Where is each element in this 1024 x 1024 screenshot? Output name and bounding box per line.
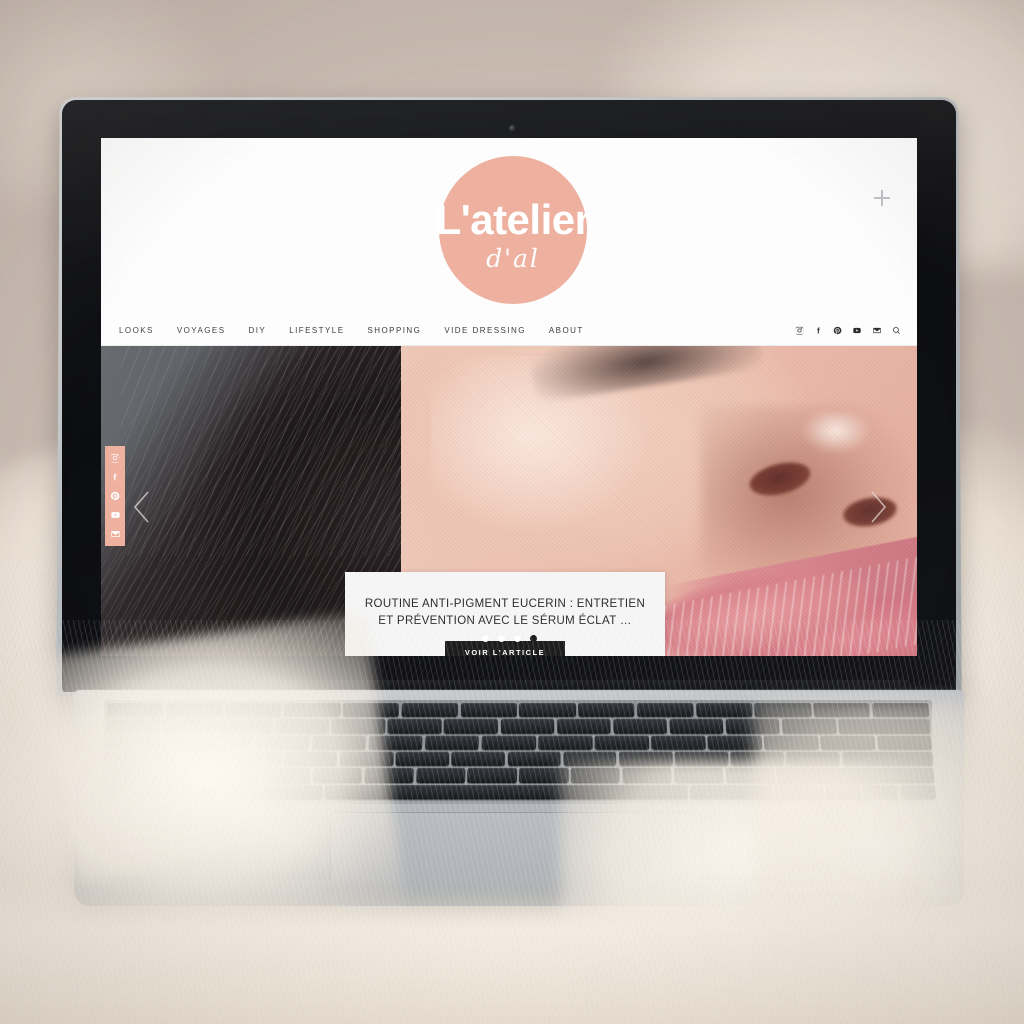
hero-carousel: ROUTINE ANTI-PIGMENT EUCERIN : ENTRETIEN… bbox=[101, 346, 917, 656]
instagram-icon[interactable] bbox=[795, 326, 804, 335]
nav-item-diy[interactable]: DIY bbox=[249, 326, 267, 335]
carousel-prev-arrow[interactable] bbox=[131, 490, 153, 524]
hero-caption-card: ROUTINE ANTI-PIGMENT EUCERIN : ENTRETIEN… bbox=[345, 572, 665, 656]
site-header: L'atelier d'al bbox=[101, 138, 917, 316]
nav-item-voyages[interactable]: VOYAGES bbox=[177, 326, 226, 335]
nav-social-icons bbox=[795, 326, 917, 335]
nav-item-shopping[interactable]: SHOPPING bbox=[368, 326, 422, 335]
social-rail bbox=[105, 446, 125, 546]
nav-item-lifestyle[interactable]: LIFESTYLE bbox=[289, 326, 344, 335]
facebook-icon[interactable] bbox=[110, 472, 120, 482]
browser-viewport: L'atelier d'al LOOKS VOYAGES DIY LIFESTY… bbox=[101, 138, 917, 656]
carousel-dot-2[interactable] bbox=[497, 635, 505, 642]
youtube-icon[interactable] bbox=[852, 326, 862, 335]
carousel-next-arrow[interactable] bbox=[867, 490, 889, 524]
email-icon[interactable] bbox=[110, 529, 121, 539]
logo-secondary-text: d'al bbox=[486, 244, 540, 273]
nav-item-about[interactable]: ABOUT bbox=[549, 326, 584, 335]
facebook-icon[interactable] bbox=[814, 326, 823, 335]
pinterest-icon[interactable] bbox=[833, 326, 842, 335]
carousel-dot-3[interactable] bbox=[513, 635, 521, 642]
webcam-icon bbox=[509, 125, 516, 132]
logo-primary-text: L'atelier bbox=[435, 196, 591, 243]
read-article-button[interactable]: VOIR L'ARTICLE bbox=[444, 640, 566, 656]
blanket-foreground-bottom bbox=[0, 880, 1024, 1024]
nav-item-vide-dressing[interactable]: VIDE DRESSING bbox=[444, 326, 526, 335]
email-icon[interactable] bbox=[872, 326, 882, 335]
site-logo[interactable]: L'atelier d'al bbox=[436, 156, 591, 304]
youtube-icon[interactable] bbox=[110, 510, 121, 520]
plus-icon[interactable] bbox=[874, 190, 890, 206]
nav-item-looks[interactable]: LOOKS bbox=[119, 326, 154, 335]
pinterest-icon[interactable] bbox=[110, 491, 120, 501]
search-icon[interactable] bbox=[892, 326, 901, 335]
carousel-dot-1[interactable] bbox=[481, 635, 489, 642]
carousel-dot-4[interactable] bbox=[529, 635, 537, 642]
site-navbar: LOOKS VOYAGES DIY LIFESTYLE SHOPPING VID… bbox=[101, 316, 917, 346]
nav-links: LOOKS VOYAGES DIY LIFESTYLE SHOPPING VID… bbox=[101, 326, 584, 335]
instagram-icon[interactable] bbox=[110, 453, 120, 463]
hero-title: ROUTINE ANTI-PIGMENT EUCERIN : ENTRETIEN… bbox=[364, 598, 646, 627]
